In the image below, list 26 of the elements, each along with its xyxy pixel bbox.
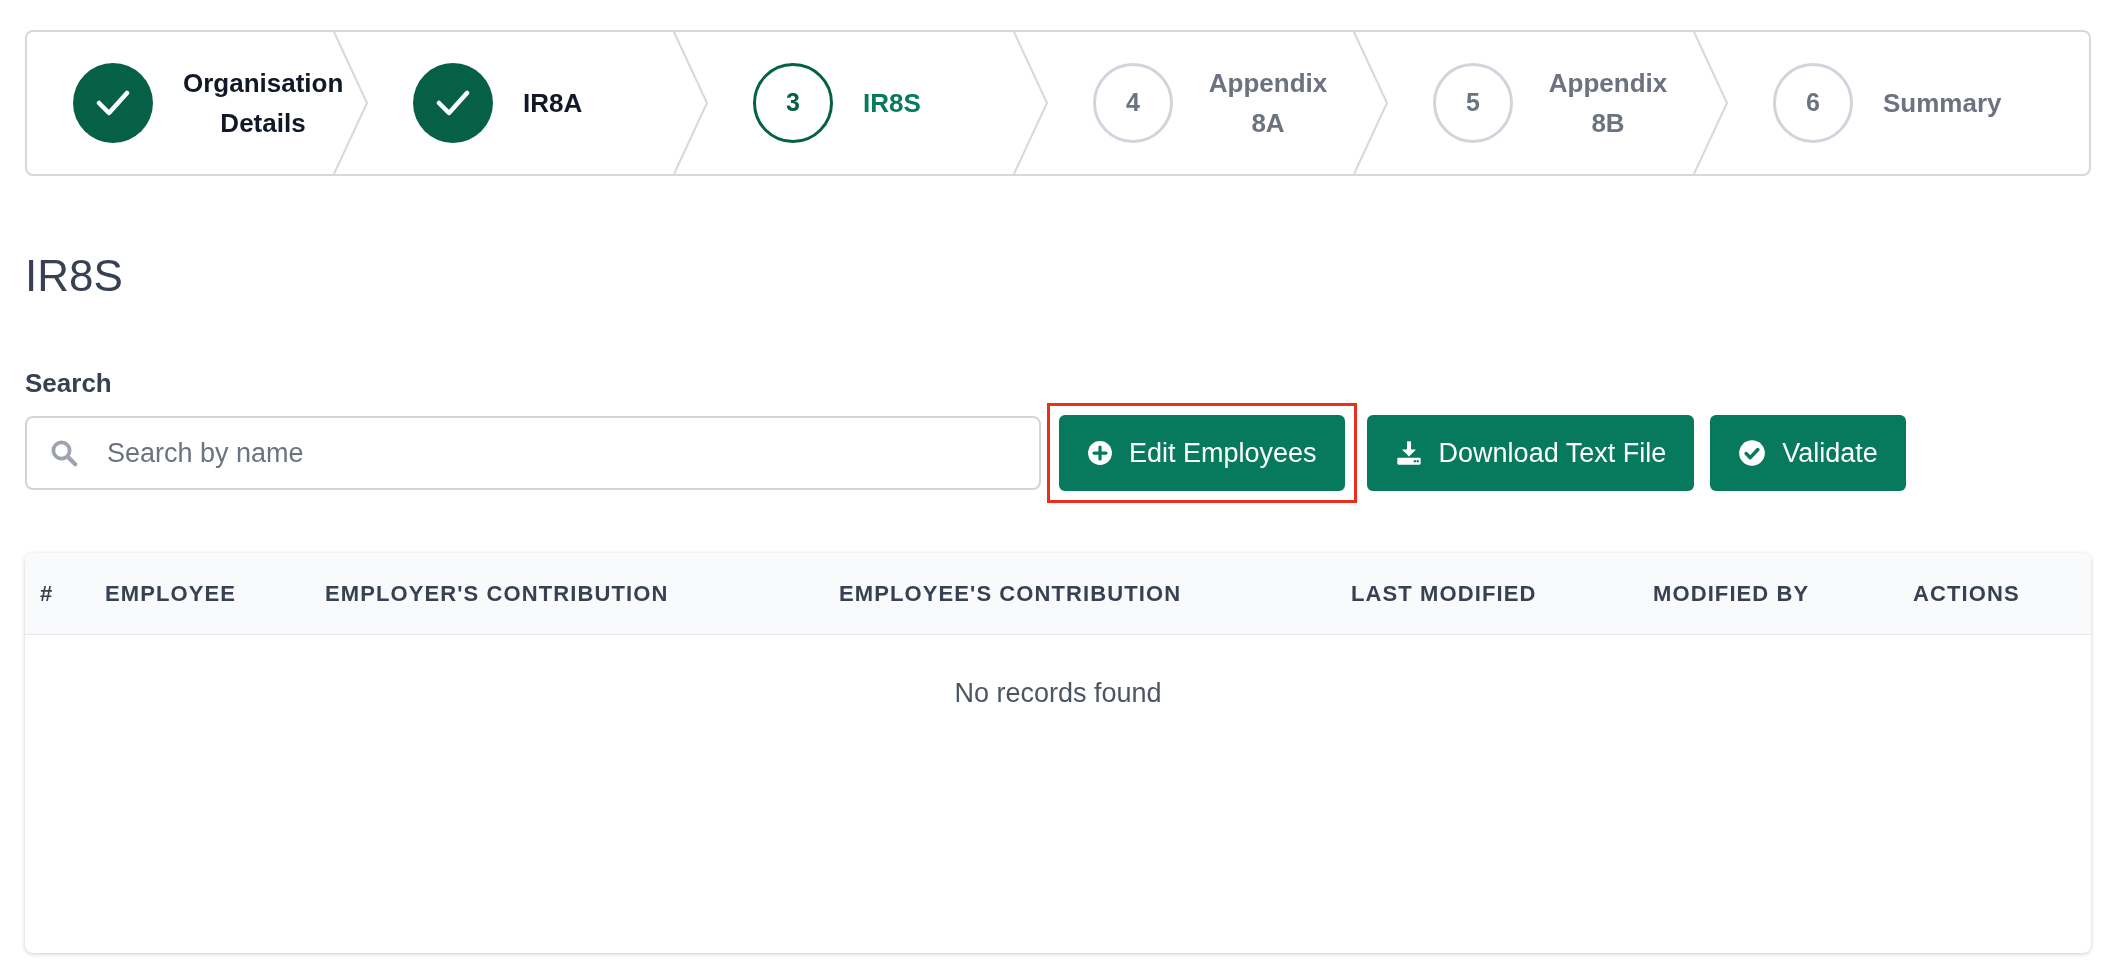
check-icon [96,90,130,116]
column-header: MODIFIED BY [1653,580,1811,608]
search-field[interactable]: Search by name [25,416,1041,490]
step-label[interactable]: Appendix 8B [1543,63,1673,143]
column-header: LAST MODIFIED [1351,580,1538,608]
step-label[interactable]: Appendix 8A [1203,63,1333,143]
plus-circle-icon [1087,440,1113,466]
column-header: EMPLOYEE [105,580,238,608]
column-header: EMPLOYER'S CONTRIBUTION [325,580,670,608]
column-header: EMPLOYEE'S CONTRIBUTION [839,580,1183,608]
check-circle-icon [1738,439,1767,467]
action-button[interactable]: Edit Employees [1059,415,1345,491]
action-button[interactable]: Validate [1710,415,1906,491]
action-button[interactable]: Download Text File [1366,415,1695,491]
column-header: # [39,580,55,608]
column-header: ACTIONS [1913,580,2021,608]
step-label[interactable]: Summary [1883,83,2002,123]
step-label[interactable]: IR8S [863,83,921,123]
search-icon [49,438,79,468]
empty-message: No records found [954,677,1162,710]
page-title: IR8S [25,254,124,298]
download-icon [1394,439,1423,467]
step-label[interactable]: IR8A [523,83,583,123]
check-icon [436,90,470,116]
step-label[interactable]: Organisation Details [183,63,343,143]
search-label: Search [25,367,113,400]
